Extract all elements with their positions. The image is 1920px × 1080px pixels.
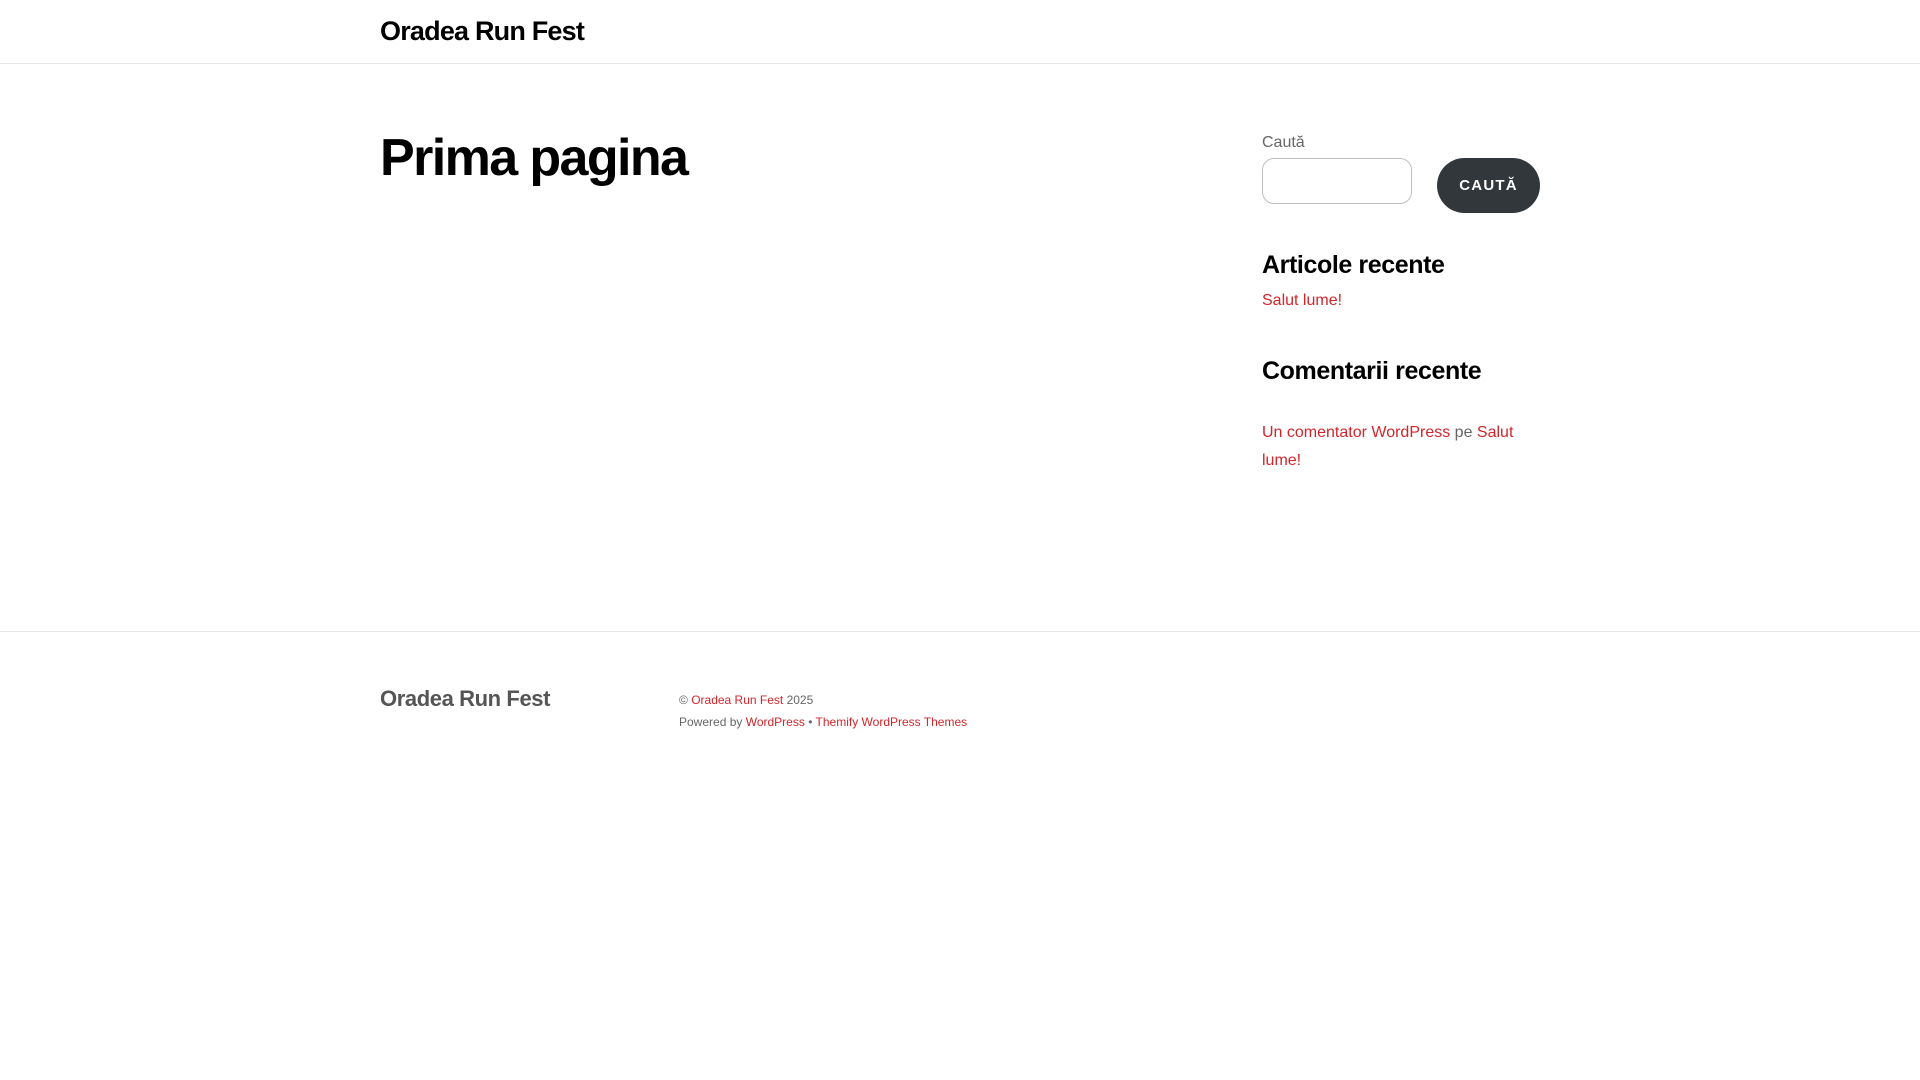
footer-separator: • — [808, 715, 813, 729]
recent-comment-item: Un comentator WordPress pe Salut lume! — [1262, 419, 1542, 475]
footer-copyright-link[interactable]: Oradea Run Fest — [691, 693, 783, 707]
wordpress-link[interactable]: WordPress — [746, 715, 805, 729]
recent-post-link[interactable]: Salut lume! — [1262, 292, 1342, 310]
footer-powered-line: Powered by WordPress • Themify WordPress… — [679, 711, 967, 733]
comment-author-link[interactable]: Un comentator WordPress — [1262, 424, 1450, 441]
footer-credits: © Oradea Run Fest 2025 Powered by WordPr… — [679, 689, 967, 733]
copyright-year: 2025 — [786, 693, 814, 707]
site-footer: Oradea Run Fest © Oradea Run Fest 2025 P… — [0, 631, 1920, 1080]
recent-comments-title: Comentarii recente — [1262, 357, 1482, 385]
footer-site-title[interactable]: Oradea Run Fest — [380, 686, 550, 712]
search-button[interactable]: CAUTĂ — [1437, 158, 1540, 213]
site-header: Oradea Run Fest — [0, 0, 1920, 64]
theme-link[interactable]: Themify WordPress Themes — [816, 715, 968, 729]
search-input[interactable] — [1262, 158, 1412, 204]
page-title: Prima pagina — [380, 129, 689, 187]
site-title-link[interactable]: Oradea Run Fest — [380, 16, 585, 47]
copyright-symbol: © — [679, 693, 688, 707]
powered-by-text: Powered by — [679, 715, 743, 729]
search-label: Caută — [1262, 134, 1305, 151]
footer-copyright-line: © Oradea Run Fest 2025 — [679, 689, 967, 711]
comment-connector: pe — [1454, 424, 1473, 441]
recent-posts-title: Articole recente — [1262, 251, 1445, 279]
